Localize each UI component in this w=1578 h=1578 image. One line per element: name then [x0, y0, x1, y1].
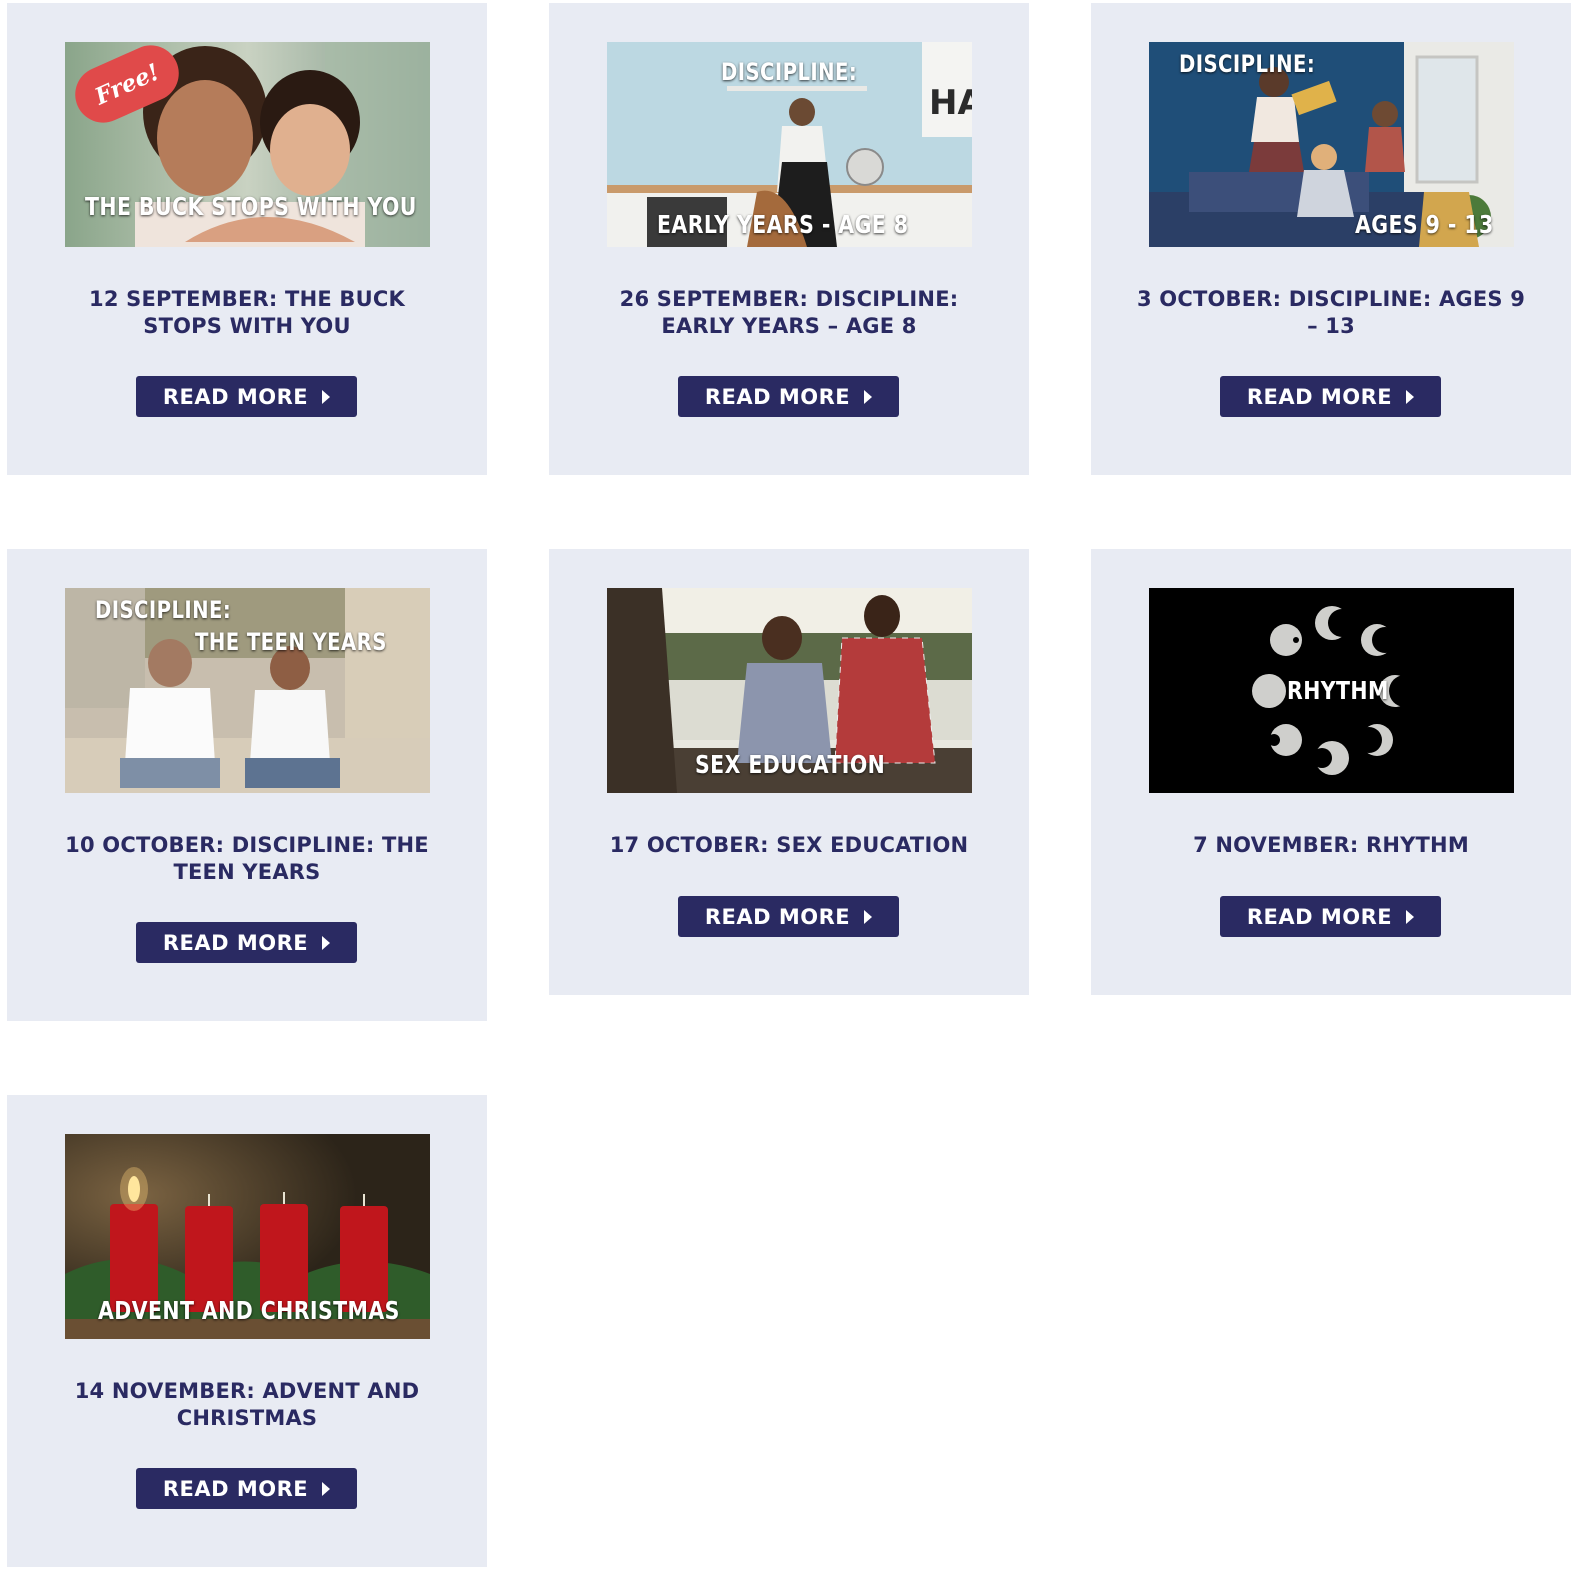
read-more-label: READ MORE — [704, 384, 851, 409]
image-caption-top: DISCIPLINE: — [1179, 50, 1316, 78]
event-title[interactable]: 7 NOVEMBER: RHYTHM — [1111, 832, 1551, 859]
image-caption-bottom: EARLY YEARS - AGE 8 — [657, 210, 909, 239]
read-more-button[interactable]: READ MORE — [136, 1468, 357, 1509]
wall-sign-text: HAP — [929, 83, 972, 123]
event-title[interactable]: 14 NOVEMBER: ADVENT AND CHRISTMAS — [57, 1378, 437, 1432]
read-more-button[interactable]: READ MORE — [136, 922, 357, 963]
read-more-button[interactable]: READ MORE — [136, 376, 357, 417]
event-title[interactable]: 10 OCTOBER: DISCIPLINE: THE TEEN YEARS — [52, 832, 442, 886]
event-thumbnail[interactable]: RHYTHM — [1149, 588, 1514, 793]
image-caption: THE BUCK STOPS WITH YOU — [85, 192, 417, 221]
event-card: SEX EDUCATION 17 OCTOBER: SEX EDUCATION … — [549, 549, 1029, 995]
event-title[interactable]: 26 SEPTEMBER: DISCIPLINE: EARLY YEARS – … — [599, 286, 979, 340]
read-more-button[interactable]: READ MORE — [678, 376, 899, 417]
caret-right-icon — [864, 910, 873, 924]
caret-right-icon — [1406, 390, 1415, 404]
event-title[interactable]: 17 OCTOBER: SEX EDUCATION — [569, 832, 1009, 859]
caret-right-icon — [322, 390, 331, 404]
caret-right-icon — [322, 1482, 331, 1496]
read-more-label: READ MORE — [162, 384, 309, 409]
caret-right-icon — [864, 390, 873, 404]
image-caption: RHYTHM — [1287, 676, 1389, 705]
caret-right-icon — [322, 936, 331, 950]
read-more-button[interactable]: READ MORE — [1220, 376, 1441, 417]
image-caption-bottom: THE TEEN YEARS — [195, 628, 387, 656]
read-more-button[interactable]: READ MORE — [678, 896, 899, 937]
event-title[interactable]: 3 OCTOBER: DISCIPLINE: AGES 9 – 13 — [1131, 286, 1531, 340]
read-more-label: READ MORE — [162, 930, 309, 955]
event-card: DISCIPLINE: THE TEEN YEARS 10 OCTOBER: D… — [7, 549, 487, 1021]
read-more-label: READ MORE — [162, 1476, 309, 1501]
event-card: DISCIPLINE: AGES 9 - 13 3 OCTOBER: DISCI… — [1091, 3, 1571, 475]
image-caption: SEX EDUCATION — [695, 750, 886, 779]
image-caption-top: DISCIPLINE: — [721, 58, 858, 86]
read-more-label: READ MORE — [1246, 904, 1393, 929]
read-more-button[interactable]: READ MORE — [1220, 896, 1441, 937]
event-thumbnail[interactable]: SEX EDUCATION — [607, 588, 972, 793]
event-thumbnail[interactable]: Free! THE BUCK STOPS WITH YOU — [65, 42, 430, 247]
event-card: Free! THE BUCK STOPS WITH YOU 12 SEPTEMB… — [7, 3, 487, 475]
event-title[interactable]: 12 SEPTEMBER: THE BUCK STOPS WITH YOU — [47, 286, 447, 340]
event-card: RHYTHM 7 NOVEMBER: RHYTHM READ MORE — [1091, 549, 1571, 995]
event-thumbnail[interactable]: DISCIPLINE: AGES 9 - 13 — [1149, 42, 1514, 247]
read-more-label: READ MORE — [1246, 384, 1393, 409]
event-card: HAP DISCIPLINE: EARLY YEARS - AGE 8 26 S… — [549, 3, 1029, 475]
image-caption: ADVENT AND CHRISTMAS — [98, 1296, 400, 1325]
caret-right-icon — [1406, 910, 1415, 924]
event-thumbnail[interactable]: DISCIPLINE: THE TEEN YEARS — [65, 588, 430, 793]
image-caption-top: DISCIPLINE: — [95, 596, 232, 624]
image-caption-bottom: AGES 9 - 13 — [1355, 210, 1494, 239]
event-thumbnail[interactable]: HAP DISCIPLINE: EARLY YEARS - AGE 8 — [607, 42, 972, 247]
read-more-label: READ MORE — [704, 904, 851, 929]
event-card: ADVENT AND CHRISTMAS 14 NOVEMBER: ADVENT… — [7, 1095, 487, 1567]
event-thumbnail[interactable]: ADVENT AND CHRISTMAS — [65, 1134, 430, 1339]
